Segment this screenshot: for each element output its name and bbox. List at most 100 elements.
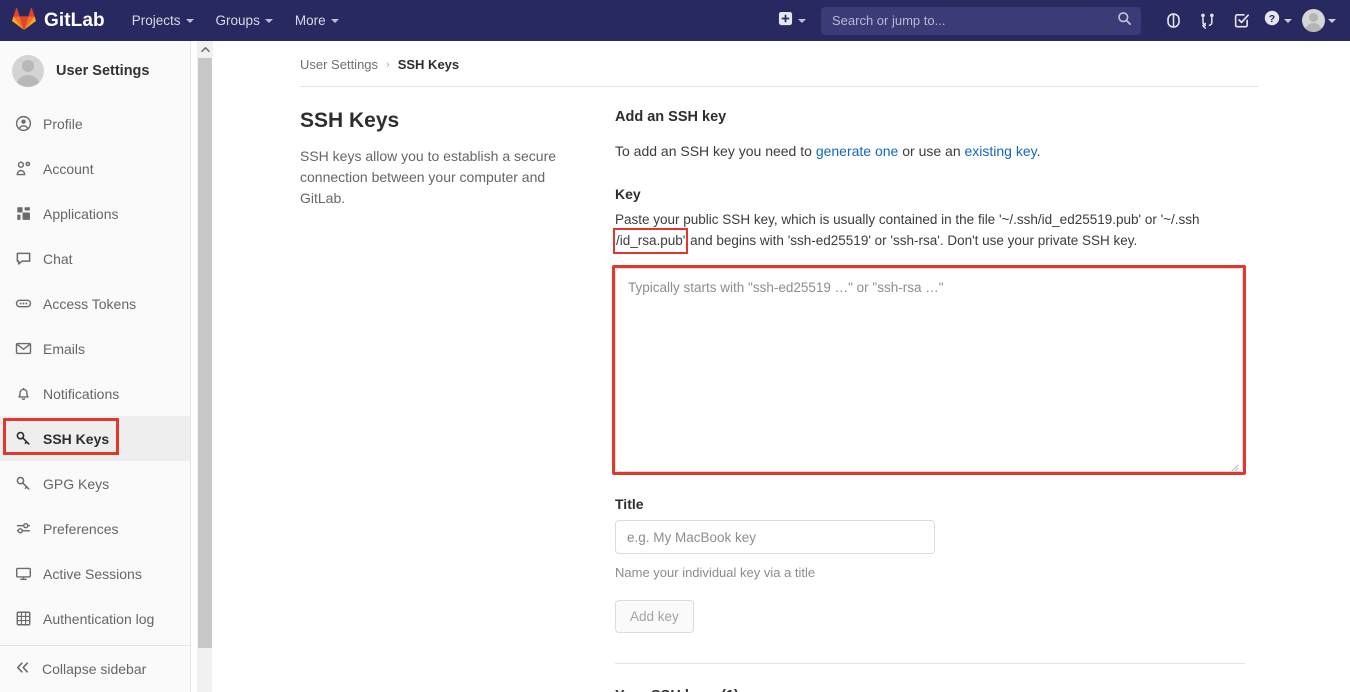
form-intro-middle: or use an xyxy=(898,143,965,159)
form-intro-prefix: To add an SSH key you need to xyxy=(615,143,816,159)
sidebar-item-label: Account xyxy=(43,160,94,177)
collapse-sidebar-button[interactable]: Collapse sidebar xyxy=(0,646,190,692)
chevron-up-icon[interactable] xyxy=(197,41,213,57)
applications-icon xyxy=(14,205,32,223)
sidebar-item-label: Active Sessions xyxy=(43,565,142,582)
help-icon: ? xyxy=(1263,9,1281,32)
nav-more-label: More xyxy=(294,13,326,28)
nav-groups[interactable]: Groups xyxy=(207,8,282,33)
sidebar-item-label: Emails xyxy=(43,340,86,357)
sidebar-nav-list: Profile Account Applications Chat Access… xyxy=(0,101,190,641)
sidebar-item-notifications[interactable]: Notifications xyxy=(0,371,190,416)
sidebar-item-gpg-keys[interactable]: GPG Keys xyxy=(0,461,190,506)
title-hint: Name your individual key via a title xyxy=(615,565,816,581)
key-help-text: Paste your public SSH key, which is usua… xyxy=(612,210,1245,255)
user-circle-icon xyxy=(14,115,32,133)
existing-key-link[interactable]: existing key xyxy=(965,143,1037,159)
sidebar-item-access-tokens[interactable]: Access Tokens xyxy=(0,281,190,326)
settings-description-column: SSH Keys SSH keys allow you to establish… xyxy=(300,109,615,692)
new-item-dropdown[interactable] xyxy=(771,6,813,36)
key-icon xyxy=(14,430,32,448)
sidebar-item-ssh-keys[interactable]: SSH Keys xyxy=(0,416,190,461)
primary-nav: Projects Groups More xyxy=(123,8,348,33)
settings-columns: SSH Keys SSH keys allow you to establish… xyxy=(213,87,1350,692)
form-intro-suffix: . xyxy=(1036,143,1041,159)
search-icon xyxy=(1117,11,1132,31)
top-navbar: GitLab Projects Groups More Search or ju… xyxy=(0,0,1350,41)
sidebar-title: User Settings xyxy=(56,63,150,79)
monitor-icon xyxy=(14,565,32,583)
sidebar-header[interactable]: User Settings xyxy=(0,41,190,101)
breadcrumb-separator: › xyxy=(386,58,390,71)
sidebar-item-label: Preferences xyxy=(43,520,119,537)
global-search[interactable] xyxy=(821,6,1141,35)
sidebar-item-label: Profile xyxy=(43,115,83,132)
issues-icon[interactable] xyxy=(1157,5,1189,37)
svg-text:?: ? xyxy=(1269,13,1275,25)
sidebar-scrollbar[interactable] xyxy=(196,41,213,692)
token-icon xyxy=(14,295,32,313)
key-icon xyxy=(14,475,32,493)
avatar xyxy=(12,55,44,87)
ssh-key-input[interactable] xyxy=(615,268,1243,473)
nav-more[interactable]: More xyxy=(286,8,348,33)
bell-icon xyxy=(14,385,32,403)
title-field-label: Title xyxy=(615,496,644,513)
breadcrumb-parent[interactable]: User Settings xyxy=(300,57,378,72)
sidebar-item-label: Authentication log xyxy=(43,610,155,627)
sidebar-item-authentication-log[interactable]: Authentication log xyxy=(0,596,190,641)
add-ssh-key-form: Add an SSH key To add an SSH key you nee… xyxy=(612,109,1246,692)
scrollbar-thumb[interactable] xyxy=(198,58,212,648)
plus-square-icon xyxy=(778,11,793,31)
main-content: User Settings › SSH Keys SSH Keys SSH ke… xyxy=(213,41,1350,692)
sidebar-item-emails[interactable]: Emails xyxy=(0,326,190,371)
avatar xyxy=(1302,9,1325,32)
chevron-down-icon xyxy=(330,18,339,23)
help-dropdown[interactable]: ? xyxy=(1259,5,1296,37)
double-chevron-left-icon xyxy=(14,659,31,679)
highlight-id-rsa-pub: /id_rsa.pub' xyxy=(612,227,689,255)
collapse-sidebar-label: Collapse sidebar xyxy=(42,661,147,677)
sidebar-footer: Collapse sidebar xyxy=(0,645,190,692)
sidebar-item-account[interactable]: Account xyxy=(0,146,190,191)
breadcrumb: User Settings › SSH Keys xyxy=(213,41,1350,72)
nav-groups-label: Groups xyxy=(215,13,260,28)
chat-icon xyxy=(14,250,32,268)
sliders-icon xyxy=(14,520,32,538)
envelope-icon xyxy=(14,340,32,358)
sidebar-item-label: Notifications xyxy=(43,385,120,402)
navbar-right: ? xyxy=(771,0,1350,41)
key-textarea-container xyxy=(612,265,1246,476)
sidebar-item-preferences[interactable]: Preferences xyxy=(0,506,190,551)
sidebar-item-active-sessions[interactable]: Active Sessions xyxy=(0,551,190,596)
sidebar-item-label: GPG Keys xyxy=(43,475,110,492)
todos-icon[interactable] xyxy=(1225,5,1257,37)
sidebar-item-chat[interactable]: Chat xyxy=(0,236,190,281)
user-settings-sidebar: User Settings Profile Account Applicatio… xyxy=(0,41,191,692)
account-gear-icon xyxy=(14,160,32,178)
nav-projects[interactable]: Projects xyxy=(123,8,203,33)
key-help-part1: Paste your public SSH key, which is usua… xyxy=(615,211,1200,227)
sidebar-item-label: Access Tokens xyxy=(43,295,137,312)
sidebar-item-label: SSH Keys xyxy=(43,430,110,447)
add-key-button[interactable]: Add key xyxy=(615,600,694,634)
gitlab-home-link[interactable]: GitLab xyxy=(12,7,105,35)
sidebar-item-applications[interactable]: Applications xyxy=(0,191,190,236)
gitlab-tanuki-icon xyxy=(12,7,36,35)
merge-requests-icon[interactable] xyxy=(1191,5,1223,37)
sidebar-item-profile[interactable]: Profile xyxy=(0,101,190,146)
search-input[interactable] xyxy=(830,12,1117,29)
breadcrumb-current: SSH Keys xyxy=(397,57,460,72)
form-section-title: Add an SSH key xyxy=(615,109,727,125)
page-description: SSH keys allow you to establish a secure… xyxy=(300,148,557,206)
chevron-down-icon xyxy=(1328,18,1336,23)
key-help-part2: and begins with 'ssh-ed25519' or 'ssh-rs… xyxy=(686,232,1138,248)
form-intro: To add an SSH key you need to generate o… xyxy=(615,141,1245,162)
generate-one-link[interactable]: generate one xyxy=(816,143,899,159)
key-title-input[interactable] xyxy=(615,520,935,555)
user-menu-dropdown[interactable] xyxy=(1298,5,1340,37)
chevron-down-icon xyxy=(185,18,194,23)
chevron-down-icon xyxy=(264,18,273,23)
nav-projects-label: Projects xyxy=(131,13,181,28)
sidebar-item-label: Applications xyxy=(43,205,119,222)
